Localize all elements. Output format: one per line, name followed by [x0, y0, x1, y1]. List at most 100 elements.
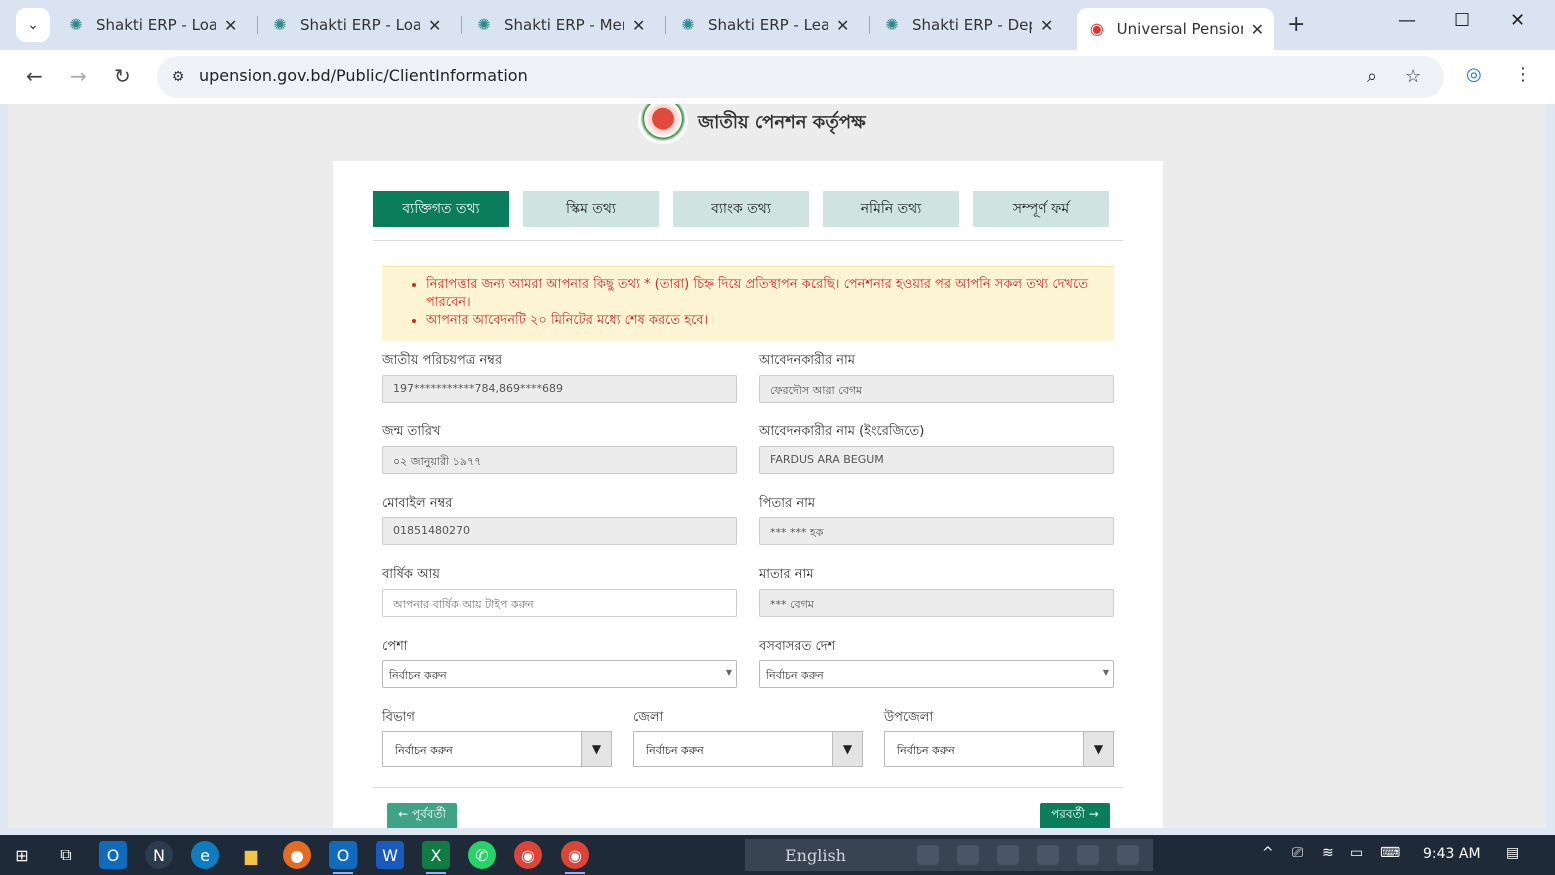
windows-taskbar: ⊞ ⧉ O N e ▆ ● O W X ✆ ◉ ◉ English ^ ⎚ ≋ …	[0, 835, 1555, 875]
tab-close-icon[interactable]: ✕	[1251, 20, 1264, 39]
step-scheme-info[interactable]: স্কিম তথ্য	[523, 191, 659, 227]
file-explorer-icon[interactable]: ▆	[237, 841, 265, 869]
settings-icon[interactable]	[997, 845, 1019, 865]
dropdown-arrow-icon[interactable]: ▼	[832, 732, 862, 766]
reload-icon[interactable]: ↻	[114, 64, 131, 88]
tab-label: Shakti ERP - Loan	[96, 16, 216, 34]
dob-field[interactable]: ০২ জানুয়ারী ১৯৭৭	[382, 446, 737, 474]
site-settings-icon[interactable]: ⚙	[167, 66, 189, 88]
upazila-selected-value: নির্বাচন করুন	[897, 744, 955, 757]
edge-icon[interactable]: e	[191, 841, 219, 869]
close-icon[interactable]	[1117, 845, 1139, 865]
step-nominee-info[interactable]: নমিনি তথ্য	[823, 191, 959, 227]
country-select[interactable]: নির্বাচন করুন ▼	[759, 660, 1114, 688]
shakti-favicon-icon: ✺	[69, 15, 83, 34]
tab-close-icon[interactable]: ✕	[428, 16, 441, 35]
tab-separator	[257, 16, 258, 34]
tab-shakti-member[interactable]: ✺ Shakti ERP - Meml ✕	[464, 8, 655, 42]
outlook-icon[interactable]: O	[99, 841, 127, 869]
minimize-icon[interactable]: —	[1398, 10, 1416, 31]
profession-label: পেশা	[382, 639, 408, 654]
tab-close-icon[interactable]: ✕	[836, 16, 849, 35]
tab-universal-pension[interactable]: ◉ Universal Pension ✕	[1077, 8, 1274, 50]
language-bar[interactable]: English	[745, 839, 1153, 871]
tab-shakti-deposit[interactable]: ✺ Shakti ERP - Depo ✕	[872, 8, 1063, 42]
previous-button[interactable]: ← পূর্ববর্তী	[387, 803, 457, 828]
back-arrow-icon[interactable]: ←	[26, 64, 43, 88]
task-view-icon[interactable]: ⧉	[52, 841, 80, 869]
applicant-name-field[interactable]: ফেরদৌস আরা বেগম	[759, 375, 1114, 403]
tab-label: Shakti ERP - Meml	[504, 16, 624, 34]
applicant-name-label: আবেদনকারীর নাম	[759, 353, 855, 368]
tab-close-icon[interactable]: ✕	[632, 16, 645, 35]
tab-label: Shakti ERP - Lead	[708, 16, 828, 34]
notifications-icon[interactable]: ▤	[1506, 845, 1519, 861]
profession-select[interactable]: নির্বাচন করুন ▼	[382, 660, 737, 688]
bookmark-star-icon[interactable]: ☆	[1405, 66, 1421, 87]
maximize-icon[interactable]: ☐	[1454, 10, 1470, 31]
outlook-running-icon[interactable]: O	[329, 841, 357, 874]
applicant-name-en-field[interactable]: FARDUS ARA BEGUM	[759, 446, 1114, 474]
keyboard-layout-icon[interactable]: ⌨	[1380, 845, 1400, 861]
tab-close-icon[interactable]: ✕	[224, 16, 237, 35]
profession-selected-value: নির্বাচন করুন	[389, 669, 447, 682]
mouse-icon[interactable]	[957, 845, 979, 865]
word-icon[interactable]: W	[376, 841, 404, 869]
chevron-down-icon: ▼	[1102, 668, 1109, 677]
profile-icon[interactable]: ◎	[1466, 64, 1482, 85]
nid-field[interactable]: 197***********784,869****689	[382, 375, 737, 403]
tab-close-icon[interactable]: ✕	[1040, 16, 1053, 35]
country-selected-value: নির্বাচন করুন	[766, 669, 824, 682]
language-label: English	[785, 845, 846, 865]
tab-shakti-lead[interactable]: ✺ Shakti ERP - Lead ✕	[668, 8, 859, 42]
taskbar-clock[interactable]: 9:43 AM	[1423, 846, 1481, 862]
form-card: ব্যক্তিগত তথ্য স্কিম তথ্য ব্যাংক তথ্য নম…	[333, 161, 1163, 828]
pension-favicon-icon: ◉	[1089, 19, 1104, 38]
n-app-icon[interactable]: N	[145, 841, 173, 869]
window-close-icon[interactable]: ✕	[1510, 10, 1525, 31]
dob-label: জন্ম তারিখ	[382, 424, 441, 439]
district-label: জেলা	[633, 710, 664, 725]
chrome-active-icon[interactable]: ◉	[561, 841, 589, 874]
mobile-field[interactable]: 01851480270	[382, 517, 737, 545]
wifi-icon[interactable]: ≋	[1322, 845, 1334, 861]
new-tab-plus-icon[interactable]: +	[1287, 12, 1305, 37]
tab-separator	[461, 16, 462, 34]
whatsapp-icon[interactable]: ✆	[468, 841, 496, 869]
forward-arrow-icon[interactable]: →	[70, 64, 87, 88]
browser-toolbar: ← → ↻ ⚙ upension.gov.bd/Public/ClientInf…	[0, 50, 1555, 104]
annual-income-input[interactable]: আপনার বার্ষিক আয় টাইপ করুন	[382, 589, 737, 617]
next-button[interactable]: পরবর্তী →	[1040, 803, 1110, 828]
step-complete-form[interactable]: সম্পূর্ণ ফর্ম	[973, 191, 1109, 227]
division-select[interactable]: নির্বাচন করুন ▼	[382, 731, 612, 767]
excel-icon[interactable]: X	[422, 841, 450, 874]
address-bar[interactable]: ⚙ upension.gov.bd/Public/ClientInformati…	[157, 56, 1444, 98]
battery-icon[interactable]: ▭	[1350, 845, 1363, 861]
firefox-icon[interactable]: ●	[283, 841, 311, 869]
notice-item-masked-info: নিরাপত্তার জন্য আমরা আপনার কিছু তথ্য * (…	[426, 276, 1102, 312]
district-selected-value: নির্বাচন করুন	[646, 744, 704, 757]
tray-chevron-up-icon[interactable]: ^	[1262, 845, 1274, 861]
keyboard-icon[interactable]	[917, 845, 939, 865]
district-select[interactable]: নির্বাচন করুন ▼	[633, 731, 863, 767]
mother-name-field[interactable]: *** বেগম	[759, 589, 1114, 617]
step-bank-info[interactable]: ব্যাংক তথ্য	[673, 191, 809, 227]
dropdown-arrow-icon[interactable]: ▼	[581, 732, 611, 766]
dropdown-arrow-icon[interactable]: ▼	[1083, 732, 1113, 766]
tab-search-chevron-icon[interactable]: ⌄	[16, 8, 50, 42]
zoom-icon[interactable]: ⌕	[1367, 66, 1377, 87]
chrome-icon[interactable]: ◉	[514, 841, 542, 869]
browser-menu-icon[interactable]: ⋮	[1514, 64, 1532, 85]
shakti-favicon-icon: ✺	[885, 15, 899, 34]
help-icon[interactable]	[1077, 845, 1099, 865]
url-text[interactable]: upension.gov.bd/Public/ClientInformation	[199, 66, 528, 85]
tab-shakti-loan-1[interactable]: ✺ Shakti ERP - Loan ✕	[56, 8, 247, 42]
upazila-select[interactable]: নির্বাচন করুন ▼	[884, 731, 1114, 767]
windows-start-icon[interactable]: ⊞	[8, 841, 36, 869]
father-name-field[interactable]: *** *** হক	[759, 517, 1114, 545]
tab-shakti-loan-2[interactable]: ✺ Shakti ERP - Loan ✕	[260, 8, 451, 42]
meet-now-icon[interactable]: ⎚	[1292, 845, 1303, 861]
divider	[373, 787, 1123, 788]
globe-icon[interactable]	[1037, 845, 1059, 865]
step-personal-info[interactable]: ব্যক্তিগত তথ্য	[373, 191, 509, 227]
